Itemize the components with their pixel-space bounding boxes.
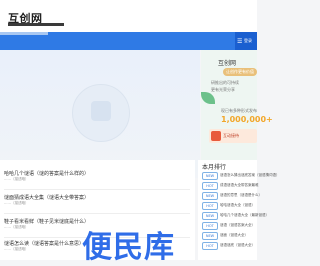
ranking-title: 本月排行 — [202, 164, 227, 171]
sidebar-line-2: 更有光荣分享 — [211, 87, 235, 92]
rank-tag: HOT — [202, 182, 218, 190]
rank-item[interactable]: NEW 谜面（谜语大全） — [202, 232, 258, 241]
rank-text[interactable]: 谜语谜底（谜语大全） — [220, 243, 255, 248]
banner-illustration — [72, 84, 130, 142]
rank-text[interactable]: 谜语怎么猜出谜底答案（谜语猜词语） — [220, 173, 280, 178]
rank-text[interactable]: 谜面（谜语大全） — [220, 233, 248, 238]
rank-text[interactable]: 哈哈谜语大全（谜语） — [220, 203, 255, 208]
login-button[interactable]: ☰ 登录 — [235, 32, 257, 50]
top-bar: 互创网 — [0, 0, 257, 32]
rank-tag: NEW — [202, 212, 218, 220]
login-label: 登录 — [244, 38, 252, 43]
sidebar-count: 1,000,000+ — [221, 115, 273, 124]
sidebar-title: 互创网 — [218, 60, 237, 67]
rank-tag: NEW — [202, 172, 218, 180]
list-item-title[interactable]: 谜语怎么读（谜语答案是什么意思） — [4, 240, 84, 247]
list-item-desc: ……（描述略） — [4, 201, 29, 205]
rank-item[interactable]: NEW 哈哈几个谜语大全（最新谜语） — [202, 212, 269, 221]
list-item-desc: ……（描述略） — [4, 177, 29, 181]
list-item[interactable]: 哈哈几个谜语（谜的答案是什么样的） ……（描述略） — [4, 170, 190, 190]
rank-item[interactable]: HOT 成语谜语大全带答案最难 — [202, 182, 259, 191]
sidebar-badge: 让创作更有价值 — [223, 68, 257, 76]
rank-item[interactable]: HOT 哈哈谜语大全（谜语） — [202, 202, 258, 211]
sidebar-card: 互创网 让创作更有价值 研推出的可持续 更有光荣分享 现已有多种形式发布 1,0… — [201, 50, 273, 176]
sidebar-count-label: 现已有多种形式发布 — [221, 108, 257, 113]
divider — [4, 189, 190, 190]
gift-icon — [211, 131, 221, 141]
logo-underline — [8, 23, 64, 26]
rank-text[interactable]: 哈哈几个谜语大全（最新谜语） — [220, 213, 269, 218]
sidebar-line-1: 研推出的可持续 — [211, 80, 239, 85]
ranking-panel: 本月排行 NEW 谜语怎么猜出谜底答案（谜语猜词语） HOT 成语谜语大全带答案… — [198, 160, 280, 260]
rank-item[interactable]: HOT 谜语谜底（谜语大全） — [202, 242, 258, 251]
rank-item[interactable]: NEW 谜语的意思（谜语是什么） — [202, 192, 262, 201]
list-item-desc: ……（描述略） — [4, 225, 29, 229]
rank-text[interactable]: 成语谜语大全带答案最难 — [220, 183, 259, 188]
hero-banner — [0, 50, 200, 178]
list-item[interactable]: 谜面猜成语大全集（谜语大全带答案） ……（描述略） — [4, 194, 190, 214]
list-item-desc: ……（描述略） — [4, 247, 29, 251]
rank-tag: NEW — [202, 232, 218, 240]
sidebar-cta-button[interactable]: 互动接待 — [209, 129, 257, 143]
rank-tag: HOT — [202, 242, 218, 250]
rank-tag: NEW — [202, 192, 218, 200]
nav-bar: ☰ 登录 — [0, 32, 257, 50]
rank-item[interactable]: HOT 谜语（谜语答案大全） — [202, 222, 258, 231]
divider — [4, 213, 190, 214]
rank-item[interactable]: NEW 谜语怎么猜出谜底答案（谜语猜词语） — [202, 172, 280, 181]
list-item-title[interactable]: 鞋子看米看鲜（鞋子见米谜底是什么） — [4, 218, 89, 225]
rank-text[interactable]: 谜语的意思（谜语是什么） — [220, 193, 262, 198]
sidebar-cta-label: 互动接待 — [223, 133, 239, 138]
rank-text[interactable]: 谜语（谜语答案大全） — [220, 223, 255, 228]
list-item-title[interactable]: 哈哈几个谜语（谜的答案是什么样的） — [4, 170, 89, 177]
rank-tag: HOT — [202, 202, 218, 210]
rank-tag: HOT — [202, 222, 218, 230]
menu-icon: ☰ — [237, 38, 243, 45]
watermark-text: 便民库 — [82, 230, 175, 265]
list-item-title[interactable]: 谜面猜成语大全集（谜语大全带答案） — [4, 194, 89, 201]
nav-progress — [0, 32, 48, 35]
